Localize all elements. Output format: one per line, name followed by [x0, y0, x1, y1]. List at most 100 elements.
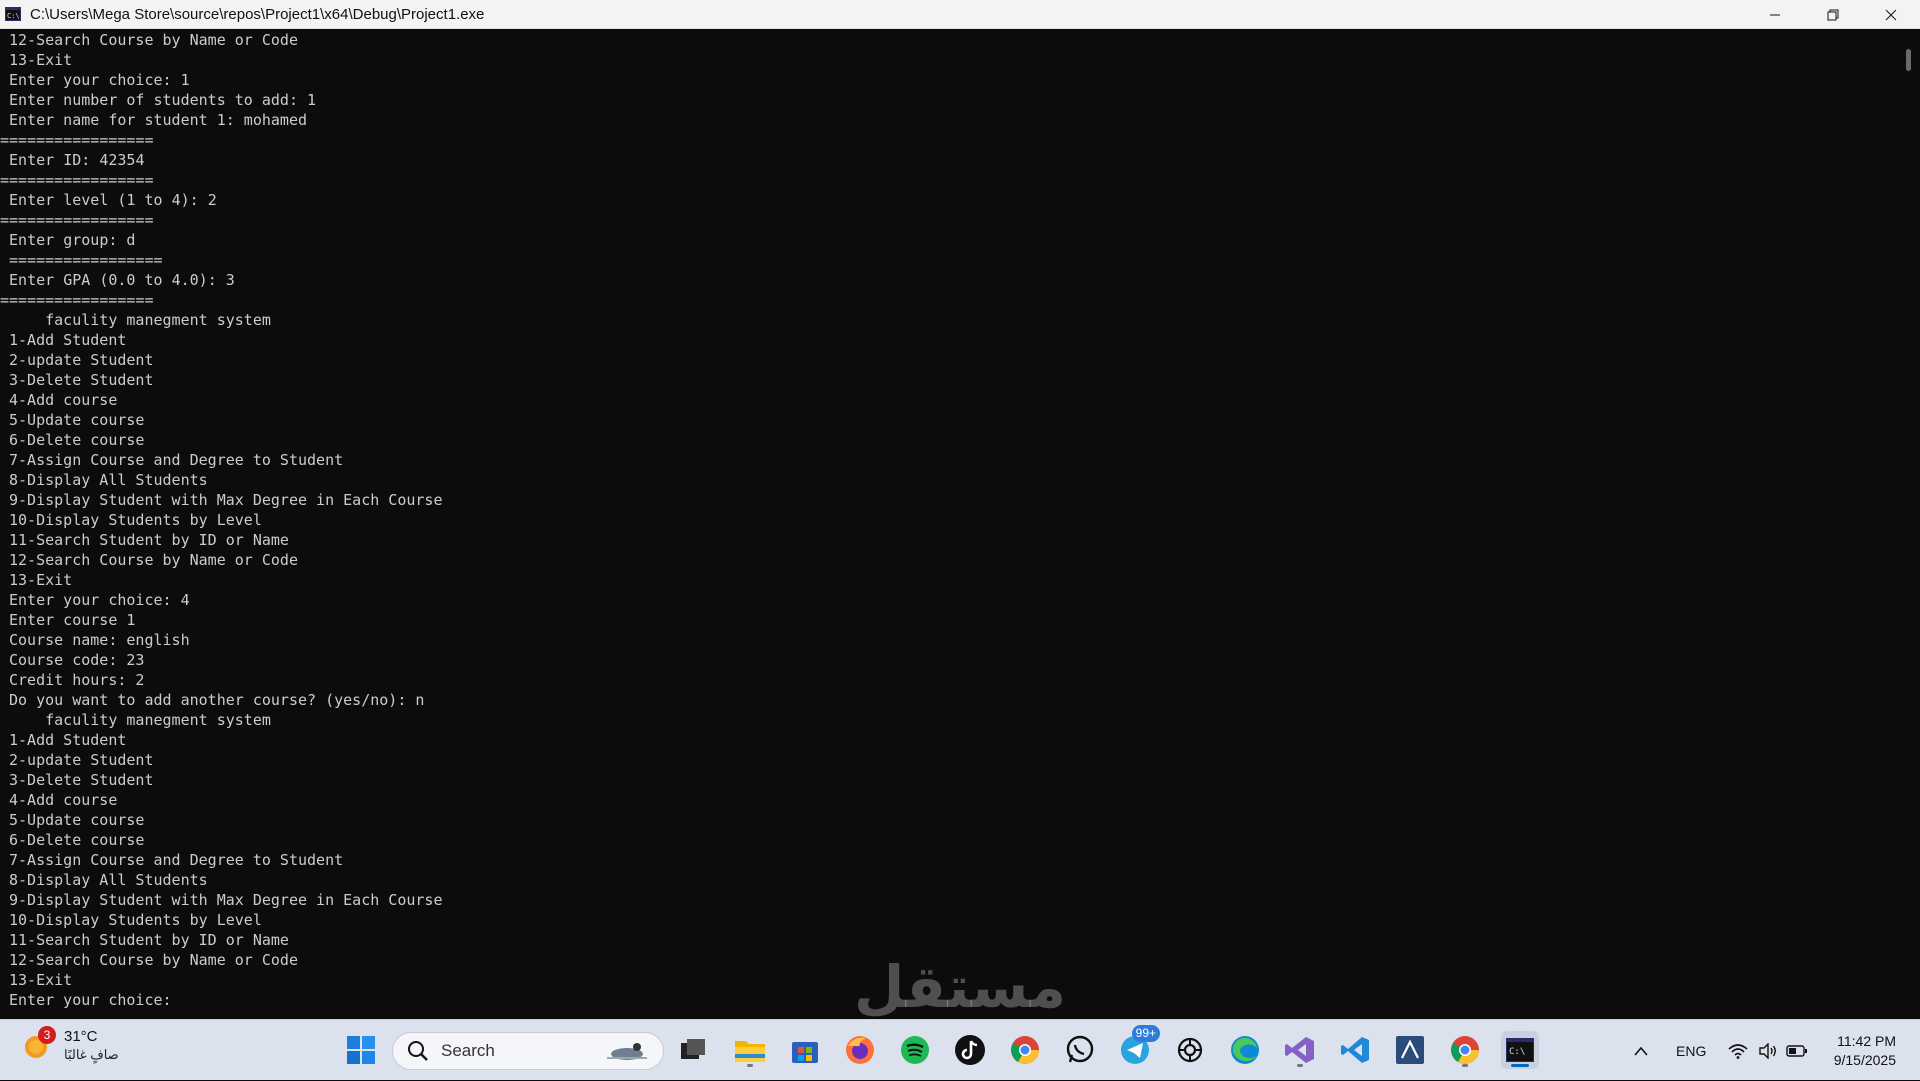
clock-time: 11:42 PM: [1837, 1033, 1896, 1049]
folder-icon: [735, 1041, 765, 1062]
spotify-button[interactable]: [896, 1031, 934, 1069]
weather-widget[interactable]: 3 31°C صافٍ غالبًا: [22, 1025, 119, 1063]
terminal-button[interactable]: C:\: [1501, 1031, 1539, 1069]
console-line: 2-update Student: [9, 751, 154, 769]
vscode-icon: [1341, 1037, 1369, 1063]
console-output[interactable]: 12-Search Course by Name or Code 13-Exit E…: [0, 29, 1898, 1019]
console-line: Enter GPA (0.0 to 4.0): 3: [0, 271, 235, 289]
firefox-button[interactable]: [841, 1031, 879, 1069]
console-app-icon: C:\: [4, 6, 22, 22]
chrome-icon: [1011, 1036, 1039, 1064]
console-line: 6-Delete course: [9, 831, 145, 849]
console-line: Enter number of students to add: 1: [9, 91, 317, 109]
console-line: 7-Assign Course and Degree to Student: [9, 851, 344, 869]
console-line: Enter your choice: 1: [9, 71, 190, 89]
firefox-icon: [846, 1036, 874, 1064]
console-line: Enter ID: 42354: [0, 151, 145, 169]
console-line: =================: [0, 291, 154, 309]
console-line: 1-Add Student: [9, 731, 127, 749]
console-line: 3-Delete Student: [9, 371, 154, 389]
volume-icon[interactable]: [1758, 1042, 1778, 1059]
weather-badge: 3: [38, 1025, 56, 1044]
console-line: Enter name for student 1: mohamed: [9, 111, 308, 129]
vertical-scrollbar[interactable]: [1898, 29, 1920, 1019]
weather-temperature: 31°C: [64, 1028, 98, 1045]
chrome-profile-button[interactable]: [1446, 1031, 1484, 1069]
console-line: 9-Display Student with Max Degree in Eac…: [9, 491, 443, 509]
weather-sun-icon: 3: [22, 1025, 56, 1063]
console-line: 10-Display Students by Level: [9, 511, 262, 529]
console-line: Enter your choice: 4: [9, 591, 190, 609]
console-line: 8-Display All Students: [9, 471, 208, 489]
console-line: Enter level (1 to 4): 2: [0, 191, 217, 209]
wifi-icon[interactable]: [1728, 1043, 1748, 1059]
console-line: Enter course 1: [9, 611, 136, 629]
ssms-button[interactable]: [1391, 1031, 1429, 1069]
telegram-button[interactable]: 99+: [1116, 1025, 1160, 1069]
console-line: Course code: 23: [9, 651, 145, 669]
console-line: Enter group: d: [0, 231, 136, 249]
console-lines: 12-Search Course by Name or Code 13-Exit E…: [0, 29, 1898, 1010]
whatsapp-button[interactable]: [1061, 1031, 1099, 1069]
console-line: 7-Assign Course and Degree to Student: [9, 451, 344, 469]
store-icon: [792, 1042, 818, 1063]
title-bar[interactable]: C:\ C:\Users\Mega Store\source\repos\Pro…: [0, 0, 1920, 29]
language-indicator[interactable]: ENG: [1676, 1043, 1706, 1059]
chevron-up-icon: [1634, 1046, 1648, 1056]
visual-studio-button[interactable]: [1281, 1031, 1319, 1069]
vscode-button[interactable]: [1336, 1031, 1374, 1069]
console-line: 5-Update course: [9, 811, 145, 829]
minimize-button[interactable]: [1746, 0, 1804, 29]
task-view-icon: [681, 1039, 705, 1059]
console-line: =================: [0, 171, 154, 189]
chatgpt-icon: [1177, 1037, 1203, 1063]
tiktok-button[interactable]: [951, 1031, 989, 1069]
console-line: 8-Display All Students: [9, 871, 208, 889]
show-hidden-icons-button[interactable]: [1626, 1032, 1656, 1070]
start-button[interactable]: [342, 1031, 380, 1069]
taskbar-clock[interactable]: 11:42 PM 9/15/2025: [1834, 1032, 1896, 1070]
chatgpt-button[interactable]: [1171, 1031, 1209, 1069]
restore-icon: [1827, 9, 1839, 20]
console-line: 12-Search Course by Name or Code: [9, 551, 298, 569]
task-view-button[interactable]: [674, 1031, 712, 1069]
console-line: 1-Add Student: [9, 331, 127, 349]
scrollbar-thumb[interactable]: [1906, 49, 1911, 71]
spotify-icon: [901, 1036, 929, 1064]
chrome-button[interactable]: [1006, 1031, 1044, 1069]
console-line: 9-Display Student with Max Degree in Eac…: [9, 891, 443, 909]
weather-condition: صافٍ غالبًا: [64, 1047, 119, 1062]
window-title: C:\Users\Mega Store\source\repos\Project…: [30, 5, 485, 23]
console-line: 11-Search Student by ID or Name: [9, 531, 289, 549]
search-highlight-bird-icon: [607, 1043, 647, 1060]
restore-button[interactable]: [1804, 0, 1862, 29]
console-line: faculity manegment system: [9, 311, 271, 329]
close-button[interactable]: [1862, 0, 1920, 29]
telegram-badge: 99+: [1131, 1025, 1160, 1042]
console-line: 5-Update course: [9, 411, 145, 429]
database-tool-icon: [1396, 1036, 1424, 1064]
console-line: =================: [0, 251, 163, 269]
console-line: Credit hours: 2: [9, 671, 145, 689]
taskbar-search-box[interactable]: Search: [392, 1032, 664, 1070]
watermark: مستقل: [853, 953, 1067, 1021]
console-line: 10-Display Students by Level: [9, 911, 262, 929]
tiktok-icon: [955, 1035, 985, 1065]
console-line: Do you want to add another course? (yes/…: [9, 691, 425, 709]
edge-icon: [1231, 1036, 1259, 1064]
visual-studio-icon: [1285, 1037, 1314, 1063]
console-line: faculity manegment system: [9, 711, 271, 729]
console-line: 4-Add course: [9, 791, 118, 809]
console-line: 4-Add course: [9, 391, 118, 409]
edge-button[interactable]: [1226, 1031, 1264, 1069]
console-line: =================: [0, 211, 154, 229]
battery-icon[interactable]: [1786, 1044, 1808, 1058]
file-explorer-button[interactable]: [731, 1031, 769, 1069]
console-line: 2-update Student: [9, 351, 154, 369]
console-line: 13-Exit: [9, 51, 73, 69]
microsoft-store-button[interactable]: [786, 1031, 824, 1069]
console-line: =================: [0, 131, 154, 149]
windows-icon: [347, 1036, 375, 1064]
search-icon: [408, 1041, 428, 1061]
taskbar: 3 31°C صافٍ غالبًا Search 99+ C:\ ENG 11…: [0, 1019, 1920, 1080]
